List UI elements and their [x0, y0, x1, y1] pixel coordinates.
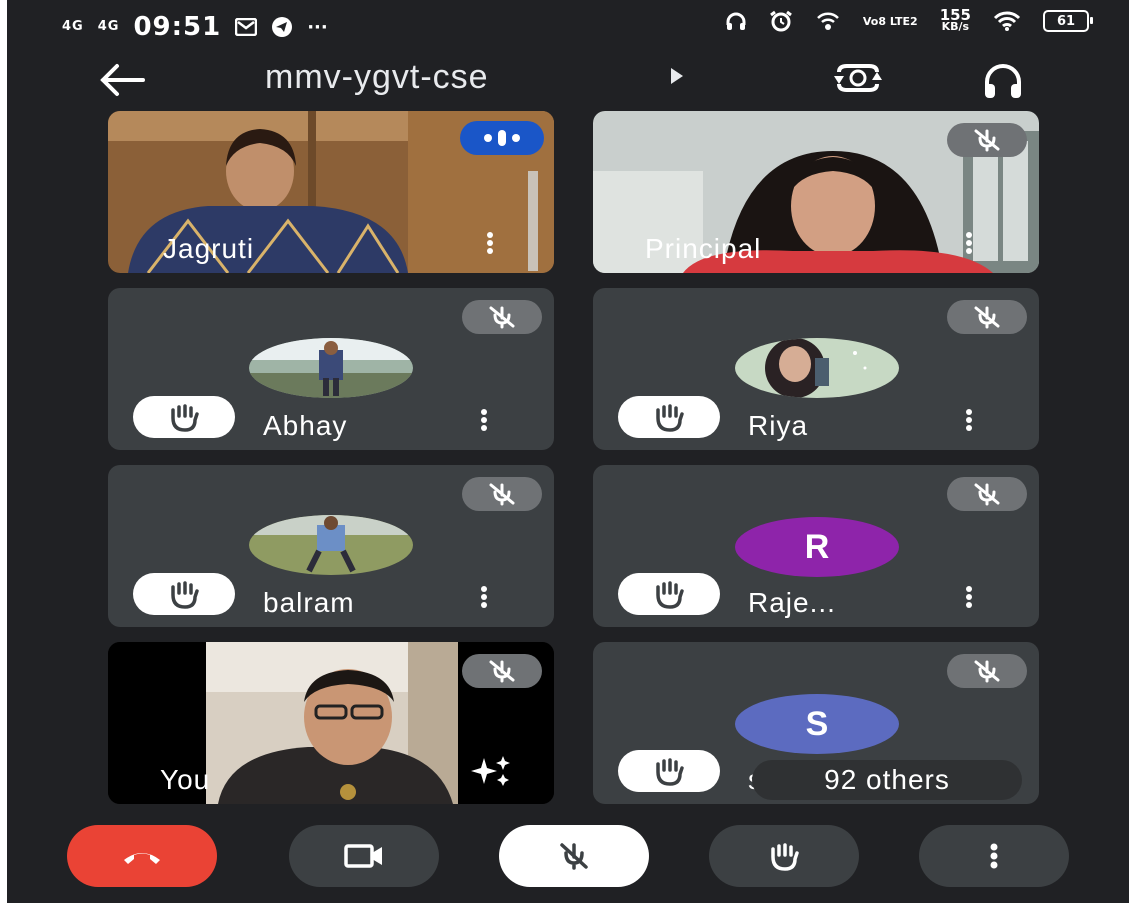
muted-indicator [947, 123, 1027, 157]
muted-indicator [462, 477, 542, 511]
meeting-code[interactable]: mmv-ygvt-cse [265, 58, 489, 97]
clock: 09:51 [133, 12, 222, 42]
speaking-indicator [460, 121, 544, 155]
hand-icon [771, 843, 799, 871]
mic-off-icon [489, 483, 515, 506]
headphones-icon[interactable] [982, 60, 1024, 100]
status-bar: 4G 4G 09:51 ··· Vo8 LTE2 155 KB/s 61 [7, 0, 1129, 50]
participant-tile-jagruti[interactable]: Jagruti [108, 111, 554, 273]
camera-icon [344, 844, 382, 868]
meeting-info-chevron-icon[interactable] [671, 68, 683, 84]
participant-name: Principal [645, 233, 762, 264]
more-options-button[interactable] [919, 825, 1069, 887]
more-options-icon[interactable] [965, 585, 973, 609]
mic-toggle-button[interactable] [499, 825, 649, 887]
end-call-button[interactable] [67, 825, 217, 887]
raised-hand-indicator [133, 573, 235, 615]
volte-indicator: Vo8 LTE2 [862, 14, 918, 28]
raised-hand-indicator [133, 396, 235, 438]
hand-icon [656, 758, 684, 786]
more-options-icon[interactable] [480, 408, 488, 432]
more-options-icon[interactable] [486, 231, 494, 255]
raised-hand-indicator [618, 750, 720, 792]
raised-hand-indicator [618, 396, 720, 438]
network-type-1: 4G [62, 19, 84, 34]
network-type-2: 4G [97, 19, 120, 34]
mail-icon [235, 18, 258, 36]
participant-tile-principal[interactable]: Principal [593, 111, 1039, 273]
participant-name: Jagruti [163, 233, 255, 264]
signal-indicator: 4G [62, 19, 84, 34]
mic-off-icon [974, 660, 1000, 683]
others-count-button[interactable]: 92 others [752, 760, 1022, 800]
headphones-status-icon [726, 12, 746, 30]
muted-indicator [462, 654, 542, 688]
more-options-icon[interactable] [965, 408, 973, 432]
battery-indicator: 61 [1043, 10, 1093, 32]
mic-off-icon [489, 306, 515, 329]
signal-indicator-2: 4G [97, 19, 120, 34]
muted-indicator [947, 477, 1027, 511]
back-arrow-icon[interactable] [95, 60, 147, 100]
hand-icon [171, 581, 199, 609]
mic-off-icon [560, 843, 588, 870]
wifi-calling-icon [816, 12, 839, 30]
raised-hand-indicator [618, 573, 720, 615]
participant-name: You [160, 764, 211, 795]
hand-icon [656, 581, 684, 609]
avatar [249, 515, 413, 575]
muted-indicator [462, 300, 542, 334]
effects-sparkle-icon[interactable] [470, 754, 512, 788]
hand-icon [171, 404, 199, 432]
alarm-icon [769, 10, 792, 32]
participant-name: balram [263, 587, 355, 618]
end-call-icon [124, 853, 160, 864]
participant-tile-riya[interactable]: Riya [593, 288, 1039, 450]
avatar [735, 338, 899, 398]
mic-off-icon [974, 306, 1000, 329]
meet-screen: 4G 4G 09:51 ··· Vo8 LTE2 155 KB/s 61 mmv… [7, 0, 1129, 903]
hand-icon [656, 404, 684, 432]
mic-off-icon [489, 660, 515, 683]
avatar: R [735, 517, 899, 577]
participant-name: Raje... [748, 587, 836, 618]
more-options-icon[interactable] [965, 231, 973, 255]
telegram-icon [272, 17, 293, 37]
call-controls [7, 807, 1129, 903]
more-options-icon[interactable] [480, 585, 488, 609]
participant-name: Riya [748, 410, 809, 441]
participant-tile-raje[interactable]: R Raje... [593, 465, 1039, 627]
network-speed: 155 KB/s [939, 6, 971, 33]
more-notifications-icon: ··· [307, 16, 328, 38]
more-vert-icon [990, 843, 998, 869]
muted-indicator [947, 654, 1027, 688]
avatar [249, 338, 413, 398]
switch-camera-icon[interactable] [833, 58, 883, 98]
muted-indicator [947, 300, 1027, 334]
mic-off-icon [974, 483, 1000, 506]
camera-toggle-button[interactable] [289, 825, 439, 887]
raise-hand-button[interactable] [709, 825, 859, 887]
meeting-header: mmv-ygvt-cse [7, 50, 1129, 105]
avatar: S [735, 694, 899, 754]
wifi-icon [993, 11, 1021, 31]
mic-off-icon [974, 129, 1000, 152]
participant-tile-abhay[interactable]: Abhay [108, 288, 554, 450]
participant-tile-self[interactable]: You [108, 642, 554, 804]
participant-name: Abhay [263, 410, 348, 441]
participant-tile-balram[interactable]: balram [108, 465, 554, 627]
